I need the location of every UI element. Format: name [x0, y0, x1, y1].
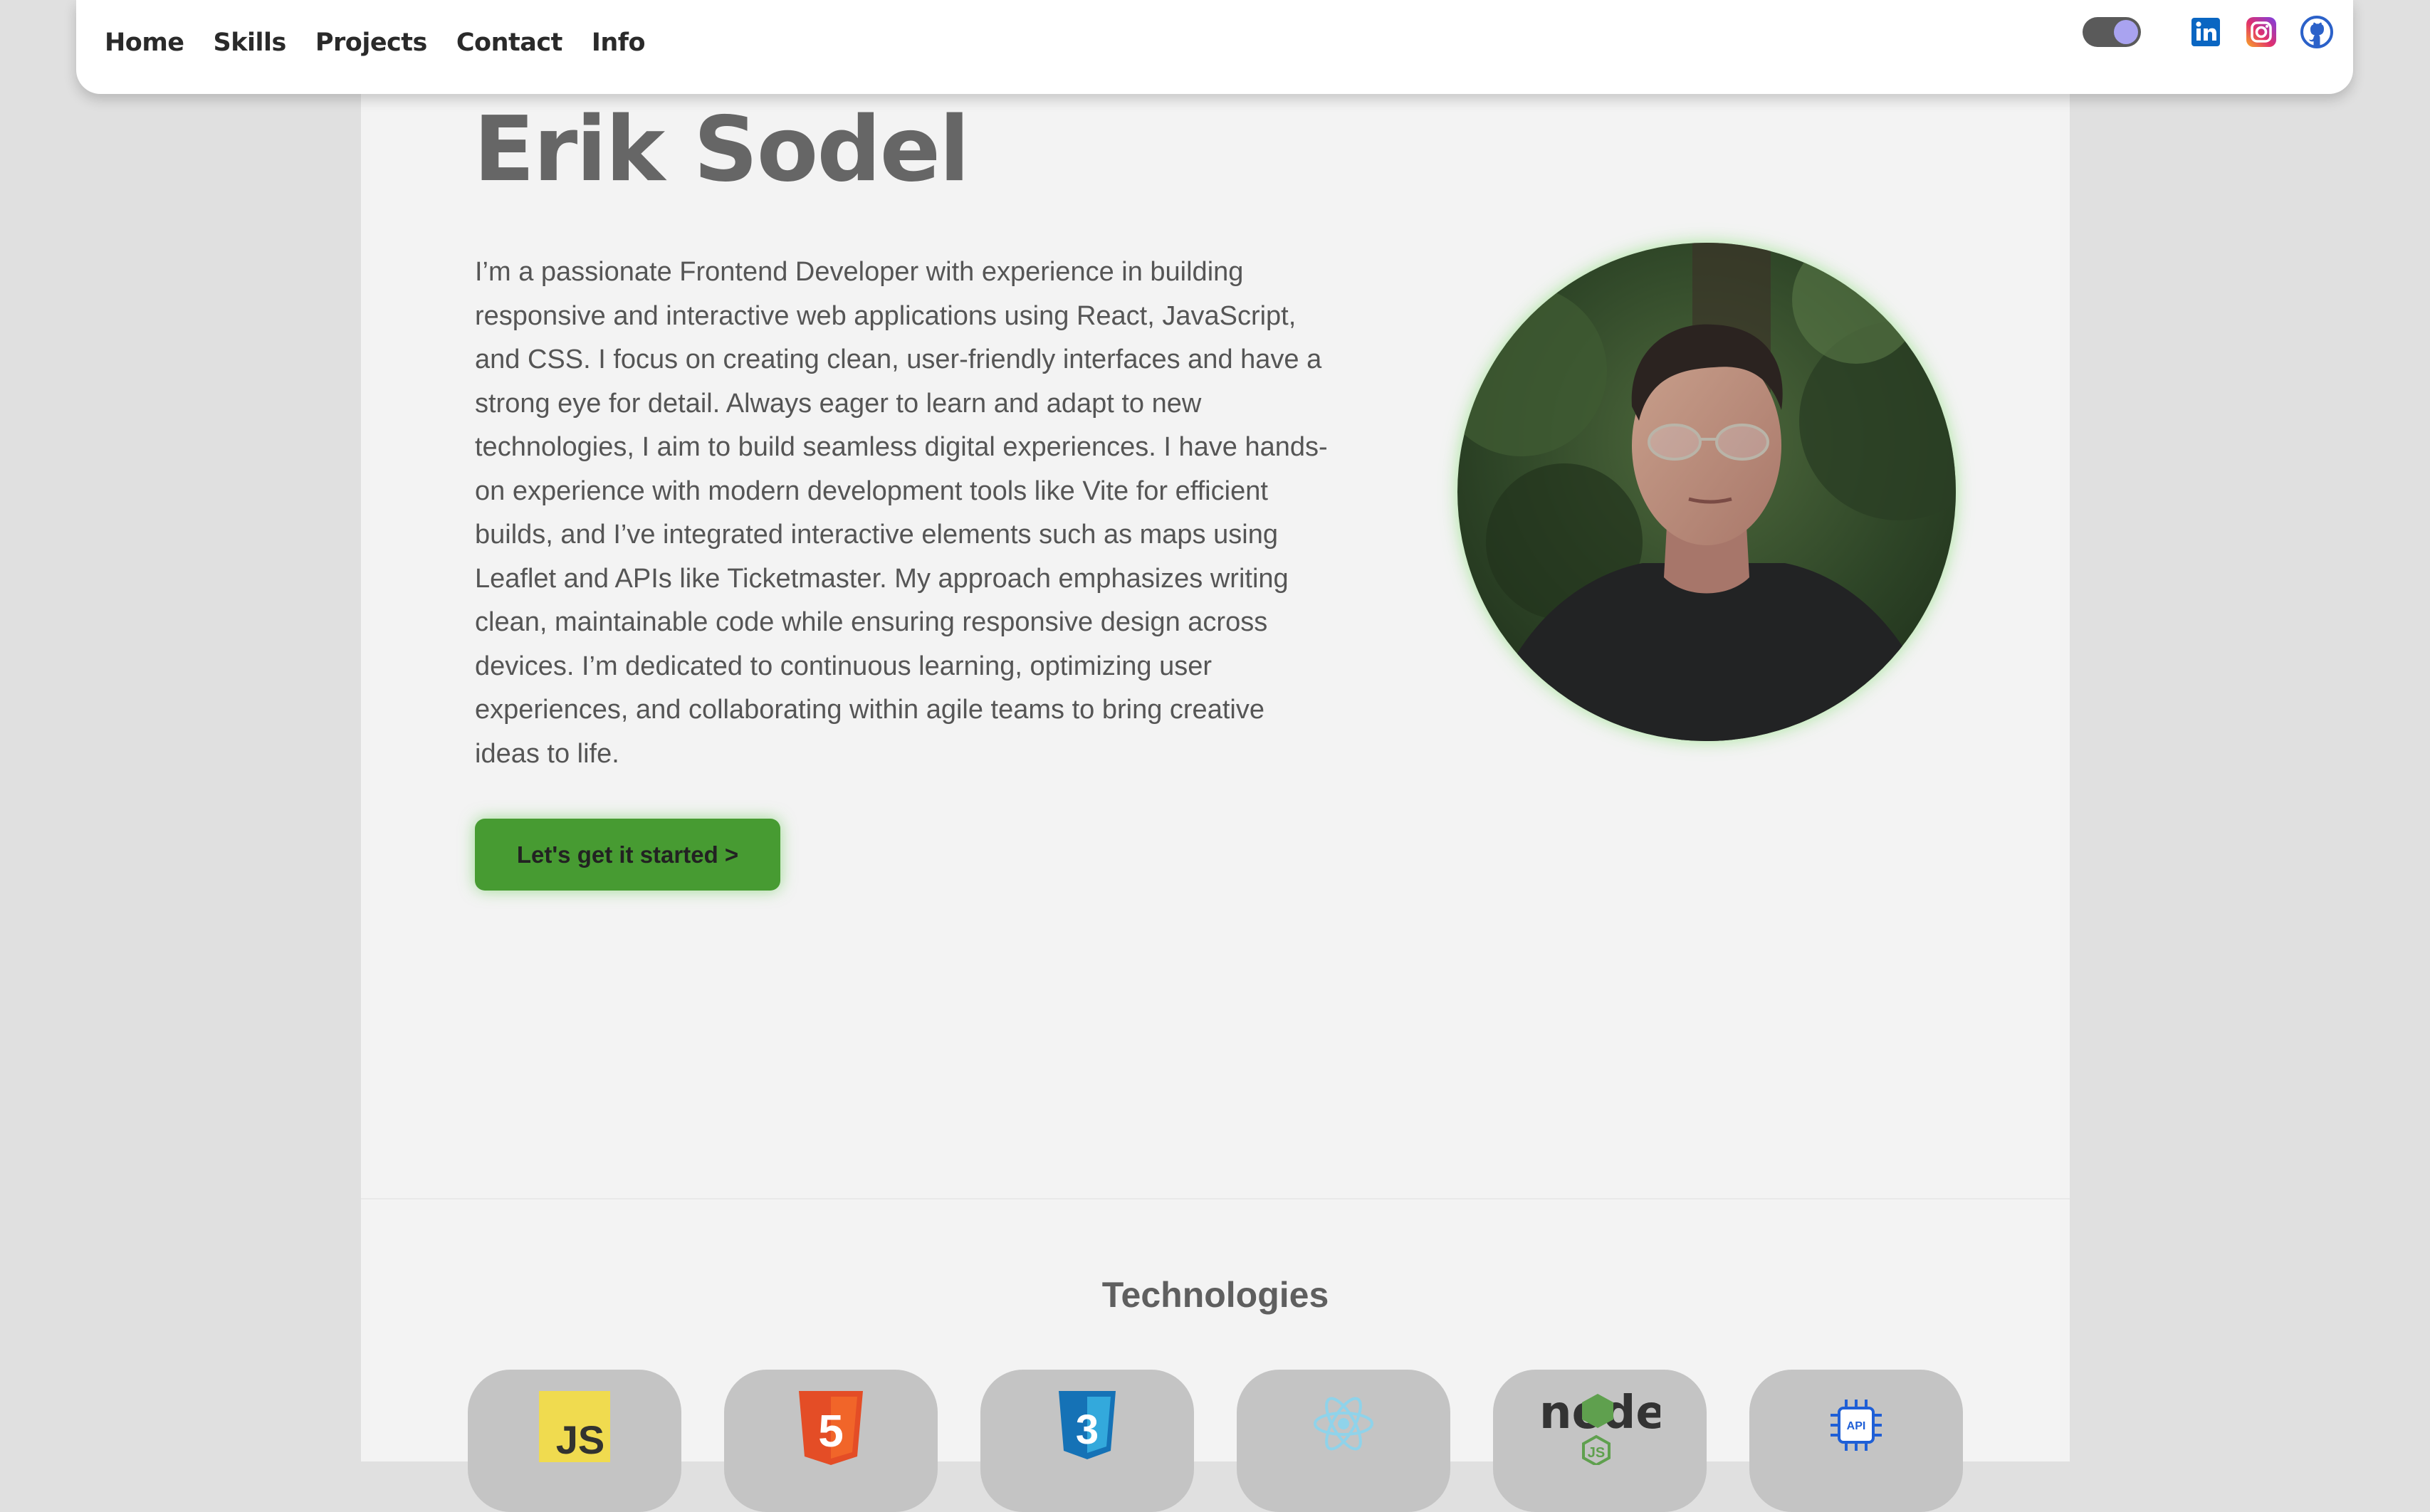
navbar: Home Skills Projects Contact Info [76, 0, 2353, 94]
svg-text:JS: JS [556, 1417, 605, 1462]
cta-button[interactable]: Let's get it started > [475, 819, 780, 891]
github-icon[interactable] [2300, 16, 2333, 48]
javascript-icon: JS [539, 1391, 610, 1466]
toggle-knob [2114, 20, 2138, 44]
technologies-title: Technologies [1101, 1275, 1329, 1315]
react-icon [1311, 1391, 1376, 1466]
section-divider [361, 1198, 2070, 1199]
css3-icon: 3 [1059, 1391, 1116, 1463]
hero-name: Erik Sodel [473, 97, 970, 201]
nav-projects[interactable]: Projects [315, 28, 428, 57]
nav-home[interactable]: Home [105, 28, 184, 57]
nav-info[interactable]: Info [592, 28, 646, 57]
nodejs-icon: node JS [1539, 1387, 1667, 1469]
svg-text:JS: JS [1588, 1445, 1605, 1461]
linkedin-icon[interactable] [2189, 16, 2222, 48]
nav-skills[interactable]: Skills [214, 28, 287, 57]
tech-card-html5: 5 [724, 1370, 938, 1512]
bio-text: I’m a passionate Frontend Developer with… [475, 257, 1328, 769]
tech-card-nodejs: node JS [1493, 1370, 1707, 1512]
avatar [1457, 243, 1956, 741]
nav-icons [2083, 16, 2333, 48]
tech-card-api: API [1749, 1370, 1963, 1512]
svg-text:3: 3 [1076, 1407, 1099, 1453]
tech-card-javascript: JS [468, 1370, 681, 1512]
tech-card-react [1237, 1370, 1450, 1512]
nav-contact[interactable]: Contact [456, 28, 562, 57]
html5-icon: 5 [799, 1391, 863, 1469]
instagram-icon[interactable] [2245, 16, 2278, 48]
tech-card-css3: 3 [980, 1370, 1194, 1512]
api-icon: API [1829, 1398, 1883, 1456]
svg-text:5: 5 [818, 1405, 844, 1456]
theme-toggle[interactable] [2083, 17, 2141, 47]
svg-text:API: API [1847, 1420, 1866, 1432]
nav-links: Home Skills Projects Contact Info [105, 0, 674, 85]
